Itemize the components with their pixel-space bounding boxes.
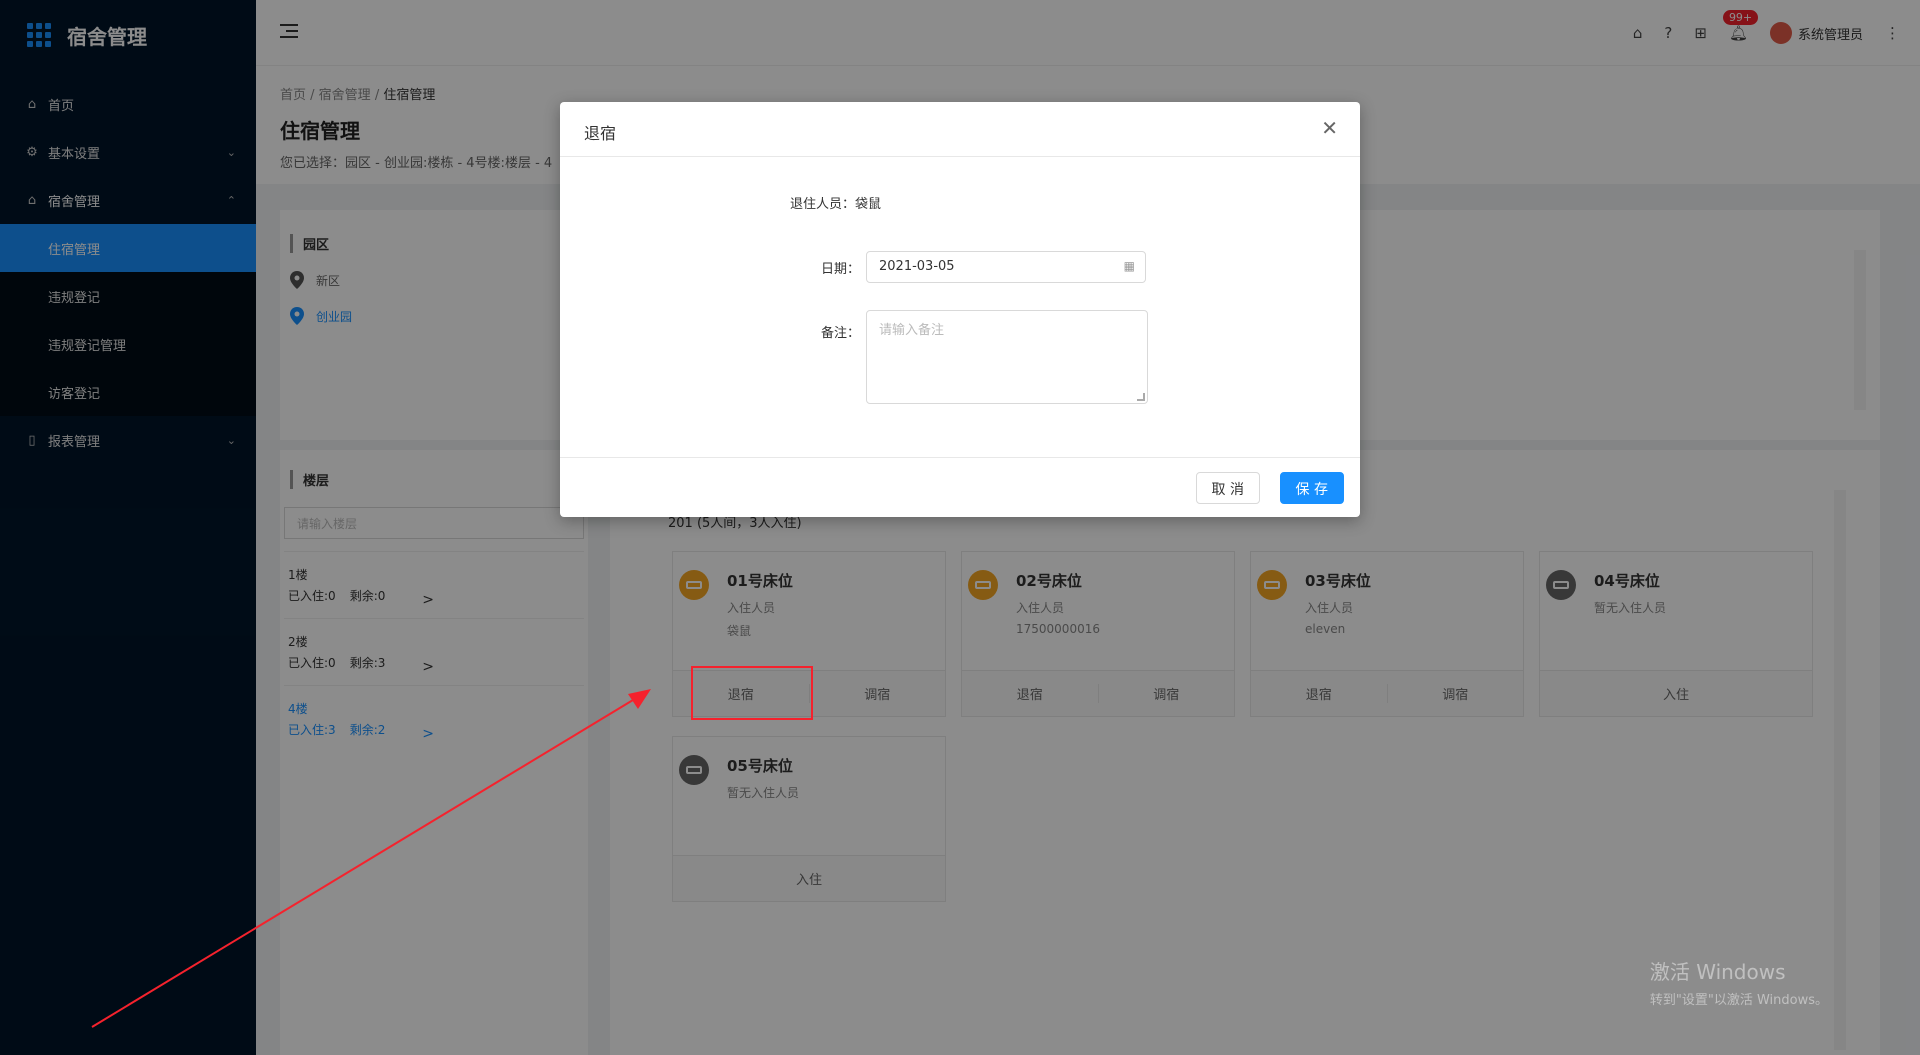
windows-activation-watermark: 激活 Windows 转到"设置"以激活 Windows。 <box>1650 956 1828 1008</box>
watermark-line1: 激活 Windows <box>1649 960 1786 984</box>
watermark-line2: 转到"设置"以激活 Windows。 <box>1649 993 1828 1008</box>
annotation-arrow <box>91 689 651 1028</box>
